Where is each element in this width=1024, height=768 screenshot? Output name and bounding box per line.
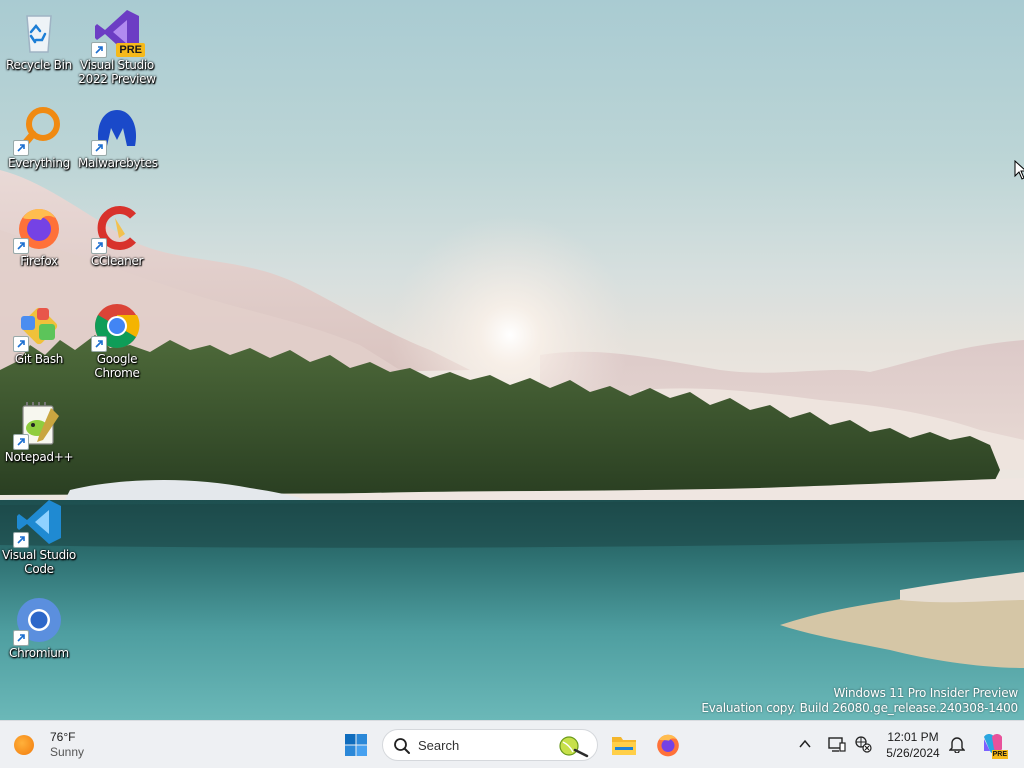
weather-widget[interactable]: 76°F Sunny <box>14 727 84 763</box>
shortcut-arrow-icon <box>13 140 29 156</box>
start-button[interactable] <box>338 727 374 763</box>
desktop-icon-label: Everything <box>8 156 70 170</box>
desktop-icon-label: Chromium <box>9 646 69 660</box>
everything-search-icon <box>13 106 63 156</box>
vscode-icon <box>13 498 63 548</box>
shortcut-arrow-icon <box>13 336 29 352</box>
sun-icon <box>14 735 34 755</box>
taskbar-search-box[interactable]: Search <box>382 729 598 761</box>
weather-temperature: 76°F <box>50 730 76 744</box>
weather-condition: Sunny <box>50 745 85 759</box>
shortcut-arrow-icon <box>91 42 107 58</box>
desktop-icon-label: Google Chrome <box>94 352 140 380</box>
copilot-preview-badge: PRE <box>991 750 1008 759</box>
desktop[interactable]: Recycle Bin PRE Visual Studio 2022 Previ… <box>0 0 1024 720</box>
malwarebytes-icon <box>91 106 141 156</box>
shortcut-arrow-icon <box>13 238 29 254</box>
file-explorer-button[interactable] <box>606 727 642 763</box>
notifications-button[interactable] <box>946 733 968 755</box>
desktop-icon-label: Notepad++ <box>4 450 74 464</box>
show-hidden-icons-button[interactable] <box>794 733 816 755</box>
start-icon <box>345 734 367 756</box>
firefox-taskbar-button[interactable] <box>650 727 686 763</box>
mouse-cursor-icon <box>1014 160 1024 180</box>
desktop-icon-label: Visual Studio Code <box>2 548 76 576</box>
taskbar-clock[interactable]: 12:01 PM 5/26/2024 <box>878 729 948 761</box>
clock-time: 12:01 PM <box>887 730 939 744</box>
shortcut-arrow-icon <box>91 140 107 156</box>
desktop-icon-firefox[interactable]: Firefox <box>0 204 78 268</box>
display-tray-button[interactable] <box>826 733 848 755</box>
search-placeholder: Search <box>418 738 460 753</box>
desktop-icon-git-bash[interactable]: Git Bash <box>0 302 78 366</box>
network-tray-button[interactable] <box>852 733 874 755</box>
preview-badge: PRE <box>116 43 145 57</box>
desktop-icon-label: Firefox <box>20 254 58 268</box>
recycle-bin-icon <box>15 8 63 56</box>
copilot-button[interactable]: PRE <box>980 731 1008 759</box>
firefox-icon <box>13 204 63 254</box>
desktop-icon-visual-studio-2022-preview[interactable]: PRE Visual Studio 2022 Preview <box>78 8 156 86</box>
shortcut-arrow-icon <box>13 532 29 548</box>
desktop-icon-label: Visual Studio 2022 Preview <box>78 58 156 86</box>
desktop-icon-label: CCleaner <box>90 254 144 268</box>
shortcut-arrow-icon <box>13 630 29 646</box>
shortcut-arrow-icon <box>91 336 107 352</box>
desktop-icon-label: Recycle Bin <box>6 58 72 72</box>
search-highlight-icon <box>559 736 589 758</box>
evaluation-watermark: Windows 11 Pro Insider Preview Evaluatio… <box>701 686 1018 716</box>
desktop-icon-label: Git Bash <box>14 352 64 366</box>
desktop-icon-label: Malwarebytes <box>78 156 158 170</box>
desktop-icon-malwarebytes[interactable]: Malwarebytes <box>78 106 158 170</box>
chromium-icon <box>13 596 63 646</box>
watermark-edition: Windows 11 Pro Insider Preview <box>833 686 1018 700</box>
desktop-icon-notepad-plus-plus[interactable]: Notepad++ <box>0 400 78 464</box>
desktop-icon-recycle-bin[interactable]: Recycle Bin <box>0 8 78 72</box>
watermark-build: Evaluation copy. Build 26080.ge_release.… <box>701 701 1018 715</box>
taskbar: 76°F Sunny Search 12:01 PM 5/26/2024 PRE <box>0 720 1024 768</box>
display-icon <box>828 737 846 752</box>
shortcut-arrow-icon <box>91 238 107 254</box>
desktop-icon-visual-studio-code[interactable]: Visual Studio Code <box>0 498 78 576</box>
notification-bell-icon <box>949 737 965 753</box>
ccleaner-icon <box>91 204 141 254</box>
search-icon <box>394 738 410 754</box>
git-bash-icon <box>13 302 63 352</box>
shortcut-arrow-icon <box>13 434 29 450</box>
chevron-up-icon <box>799 739 811 748</box>
clock-date: 5/26/2024 <box>886 746 940 760</box>
network-icon <box>855 736 872 753</box>
desktop-icon-google-chrome[interactable]: Google Chrome <box>78 302 156 380</box>
chrome-icon <box>91 302 141 352</box>
visual-studio-preview-icon: PRE <box>91 8 145 58</box>
desktop-icon-chromium[interactable]: Chromium <box>0 596 78 660</box>
firefox-icon <box>657 734 679 757</box>
file-explorer-icon <box>612 737 636 755</box>
notepad-plus-plus-icon <box>13 400 63 450</box>
desktop-icon-ccleaner[interactable]: CCleaner <box>78 204 156 268</box>
desktop-icon-everything[interactable]: Everything <box>0 106 78 170</box>
